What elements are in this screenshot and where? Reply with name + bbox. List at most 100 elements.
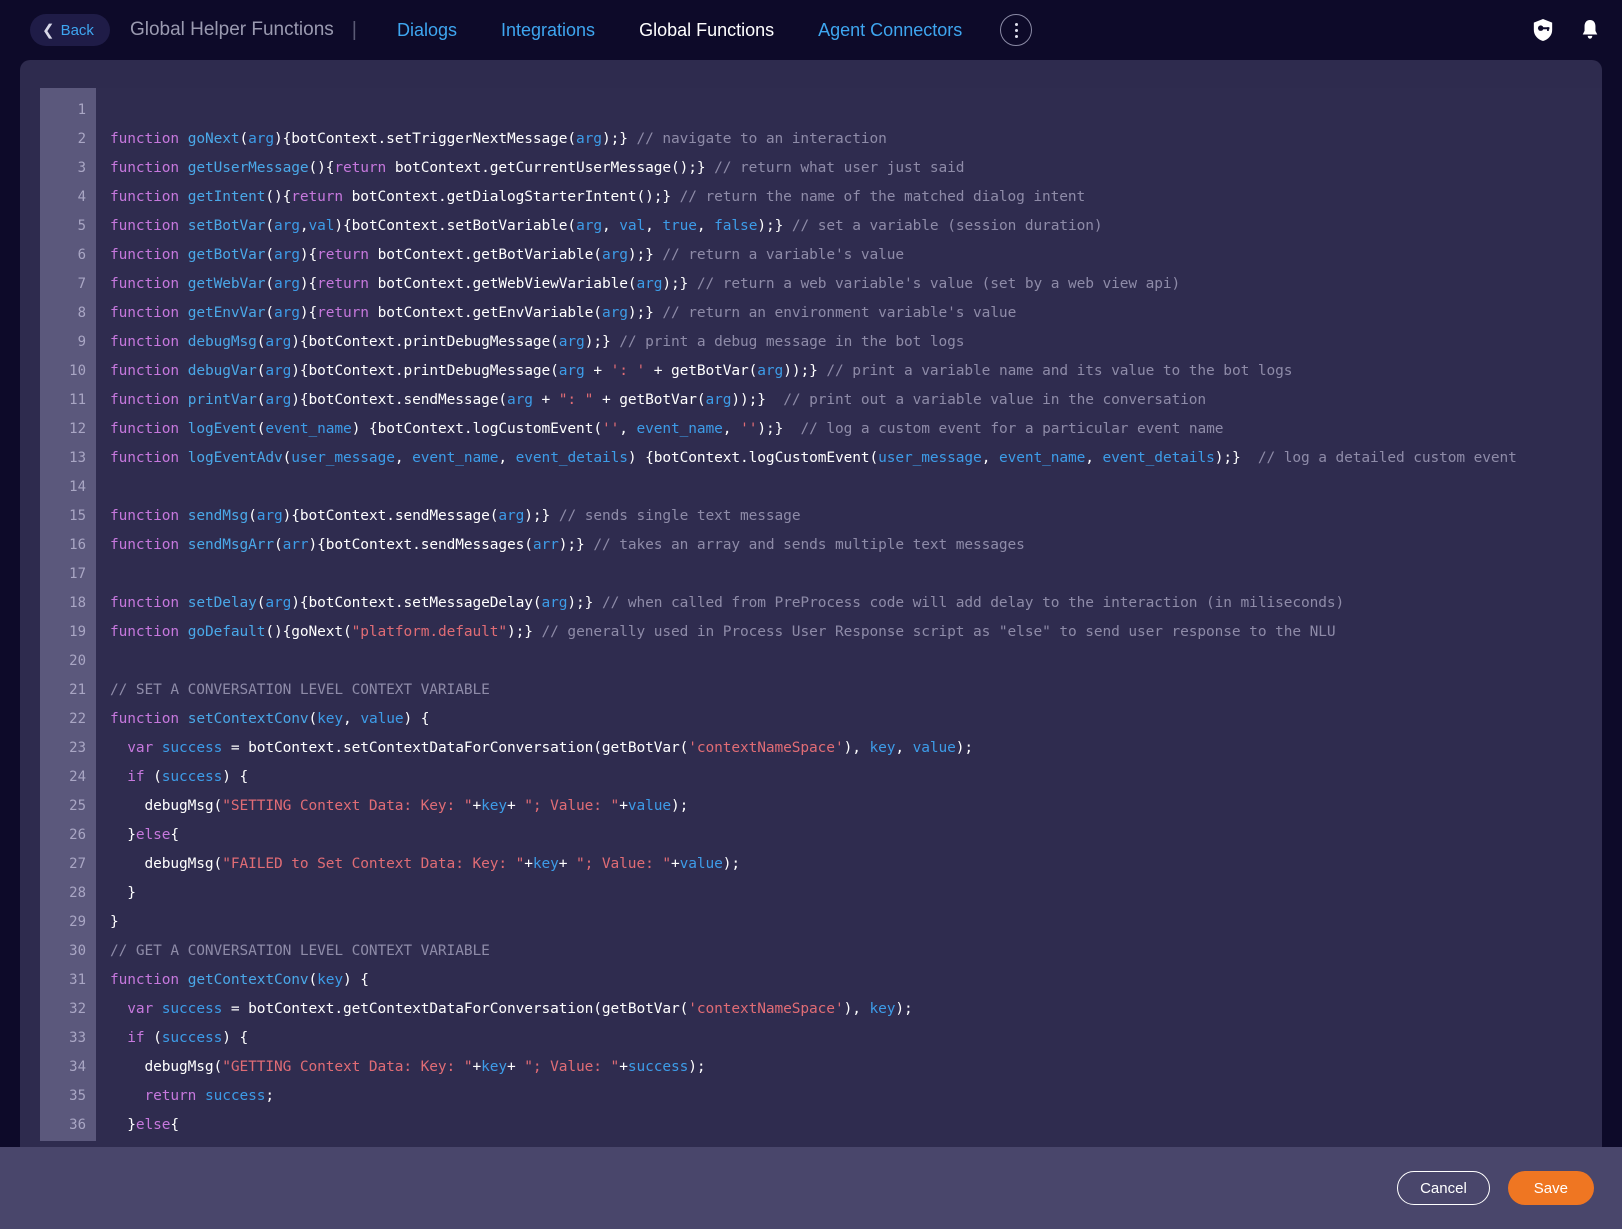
code-token: ){botContext.setBotVariable( [334,218,577,234]
line-number: 6 [77,247,86,263]
code-token: function [110,276,180,292]
line-number: 7 [77,276,86,292]
code-token: key [481,798,507,814]
code-line[interactable]: function logEvent(event_name) {botContex… [110,415,1602,444]
code-token: = botContext.getContextDataForConversati… [222,1001,689,1017]
line-number: 34 [69,1059,86,1075]
tab-global-functions[interactable]: Global Functions [617,20,796,41]
code-token: arg [636,276,663,292]
code-token: ( [282,450,292,466]
cancel-button[interactable]: Cancel [1397,1171,1490,1205]
code-line[interactable]: function getWebVar(arg){return botContex… [110,270,1602,299]
code-line[interactable]: function sendMsgArr(arr){botContext.send… [110,531,1602,560]
code-token: getIntent [187,189,266,205]
code-line[interactable]: debugMsg("FAILED to Set Context Data: Ke… [110,850,1602,879]
code-token: function [110,131,180,147]
line-number: 17 [69,566,86,582]
code-line[interactable]: function printVar(arg){botContext.sendMe… [110,386,1602,415]
code-token: ){botContext.setTriggerNextMessage( [274,131,577,147]
code-line[interactable]: if (success) { [110,1024,1602,1053]
code-line[interactable]: // SET A CONVERSATION LEVEL CONTEXT VARI… [110,676,1602,705]
code-token: botContext.getCurrentUserMessage();} [386,160,715,176]
code-token: return [317,247,369,263]
code-token: + [619,798,628,814]
code-line[interactable]: var success = botContext.getContextDataF… [110,995,1602,1024]
code-line[interactable]: function sendMsg(arg){botContext.sendMes… [110,502,1602,531]
code-line[interactable]: } [110,908,1602,937]
code-token: );} [584,334,620,350]
code-line[interactable]: function getBotVar(arg){return botContex… [110,241,1602,270]
code-line[interactable]: debugMsg("GETTING Context Data: Key: "+k… [110,1053,1602,1082]
code-token: ( [308,972,318,988]
code-line[interactable] [110,647,1602,676]
code-line[interactable]: function setDelay(arg){botContext.setMes… [110,589,1602,618]
line-number: 13 [69,450,86,466]
line-number: 9 [77,334,86,350]
code-line[interactable]: function logEventAdv(user_message, event… [110,444,1602,473]
code-token: return [317,305,369,321]
code-line[interactable]: var success = botContext.setContextDataF… [110,734,1602,763]
code-token: "GETTING Context Data: Key: " [222,1059,473,1075]
code-line[interactable]: }else{ [110,821,1602,850]
line-number: 22 [69,711,86,727]
shield-key-icon[interactable] [1532,18,1554,42]
code-token: function [110,421,180,437]
kebab-menu-icon[interactable] [1000,14,1033,46]
code-line[interactable]: function goNext(arg){botContext.setTrigg… [110,125,1602,154]
code-line[interactable]: } [110,879,1602,908]
code-line[interactable]: function getEnvVar(arg){return botContex… [110,299,1602,328]
code-token: // print a debug message in the bot logs [619,334,965,350]
code-line[interactable]: function setBotVar(arg,val){botContext.s… [110,212,1602,241]
code-token: ){botContext.sendMessages( [308,537,533,553]
code-token: user_message [291,450,395,466]
code-token: ){ [299,247,318,263]
code-line[interactable] [110,96,1602,125]
code-line[interactable]: }else{ [110,1111,1602,1140]
code-editor[interactable]: 1 2 3 4 5 6 7 8 9 10 11 12 13 14 15 16 17 18 19 20 21 22 23 24 2… [40,88,1602,1147]
code-token: + [524,856,533,872]
tab-integrations[interactable]: Integrations [479,20,617,41]
code-token: function [110,624,180,640]
code-content[interactable]: function goNext(arg){botContext.setTrigg… [96,88,1602,1147]
code-line[interactable]: function getContextConv(key) { [110,966,1602,995]
code-token: user_message [878,450,982,466]
code-token: + [472,798,482,814]
code-line[interactable]: function getUserMessage(){return botCont… [110,154,1602,183]
code-line[interactable]: debugMsg("SETTING Context Data: Key: "+k… [110,792,1602,821]
back-button[interactable]: ❮ Back [30,14,110,46]
code-line[interactable]: function getIntent(){return botContext.g… [110,183,1602,212]
code-token: // SET A CONVERSATION LEVEL CONTEXT VARI… [110,682,490,698]
code-line[interactable]: return success; [110,1082,1602,1111]
kebab-dot [1014,22,1018,26]
code-token: , [601,218,620,234]
code-line[interactable] [110,560,1602,589]
code-token: arg [265,334,292,350]
code-line[interactable]: // GET A CONVERSATION LEVEL CONTEXT VARI… [110,937,1602,966]
code-line[interactable]: if (success) { [110,763,1602,792]
code-token: setBotVar [187,218,266,234]
code-token: ); [670,798,689,814]
notification-bell-icon[interactable] [1580,18,1600,42]
code-token: value [360,711,404,727]
code-token: ) { [222,1030,249,1046]
code-token: function [110,160,180,176]
code-token: key [869,740,896,756]
code-line[interactable]: function setContextConv(key, value) { [110,705,1602,734]
code-token: goDefault [187,624,266,640]
save-button[interactable]: Save [1507,1171,1594,1205]
code-token: 'contextNameSpace' [688,740,844,756]
code-line[interactable]: function debugVar(arg){botContext.printD… [110,357,1602,386]
line-number: 31 [69,972,86,988]
code-token: false [714,218,758,234]
code-token: setContextConv [187,711,309,727]
tab-agent-connectors[interactable]: Agent Connectors [796,20,984,41]
tab-dialogs[interactable]: Dialogs [375,20,479,41]
code-line[interactable]: function goDefault(){goNext("platform.de… [110,618,1602,647]
code-token: logEvent [187,421,257,437]
code-line[interactable]: function debugMsg(arg){botContext.printD… [110,328,1602,357]
code-line[interactable] [110,473,1602,502]
